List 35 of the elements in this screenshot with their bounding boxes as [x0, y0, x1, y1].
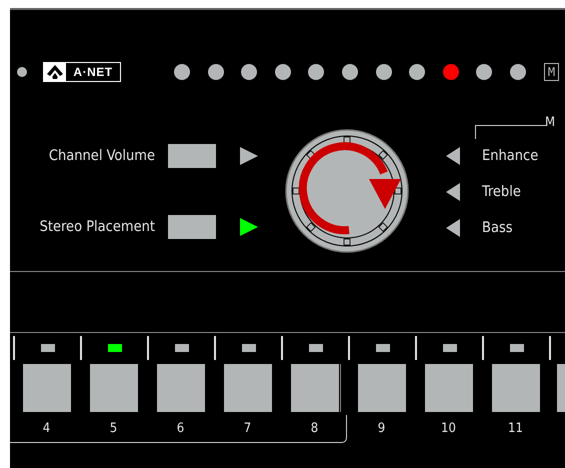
mode-badge: M — [544, 63, 559, 81]
rotary-knob[interactable] — [285, 129, 409, 253]
channel-number: 8 — [310, 421, 318, 436]
channel-number: 4 — [42, 421, 50, 436]
channel-pad[interactable] — [492, 364, 540, 412]
left-arrow-icon[interactable] — [446, 147, 460, 165]
channel-pad[interactable] — [90, 364, 138, 412]
logo: A·NET — [43, 62, 121, 82]
channel-pad[interactable] — [358, 364, 406, 412]
status-dot — [17, 67, 27, 77]
control-label: Enhance — [482, 148, 538, 164]
control-label: Bass — [482, 220, 513, 236]
group-bracket — [475, 125, 547, 139]
channel-pad[interactable] — [424, 364, 472, 412]
channel-number: 6 — [176, 421, 184, 436]
logo-mark-icon — [47, 65, 63, 79]
group-label: M — [545, 115, 556, 130]
channel-pad[interactable] — [156, 364, 204, 412]
channel-number: 11 — [508, 421, 523, 436]
channel-pad[interactable] — [290, 364, 338, 412]
left-arrow-icon[interactable] — [446, 183, 460, 201]
channel-number: 7 — [244, 421, 252, 436]
channel-pad[interactable] — [22, 364, 70, 412]
select-button[interactable] — [168, 144, 216, 168]
select-button[interactable] — [168, 215, 216, 239]
right-arrow-icon[interactable] — [240, 218, 258, 236]
channel-pad[interactable] — [224, 364, 272, 412]
left-arrow-icon[interactable] — [446, 219, 460, 237]
control-label: Treble — [482, 184, 521, 200]
channel-number: 10 — [441, 421, 456, 436]
right-arrow-icon[interactable] — [240, 147, 258, 165]
control-label: Stereo Placement — [38, 219, 155, 235]
channel-number: 5 — [110, 421, 118, 436]
channel-number: 9 — [378, 421, 386, 436]
control-label: Channel Volume — [48, 148, 155, 164]
